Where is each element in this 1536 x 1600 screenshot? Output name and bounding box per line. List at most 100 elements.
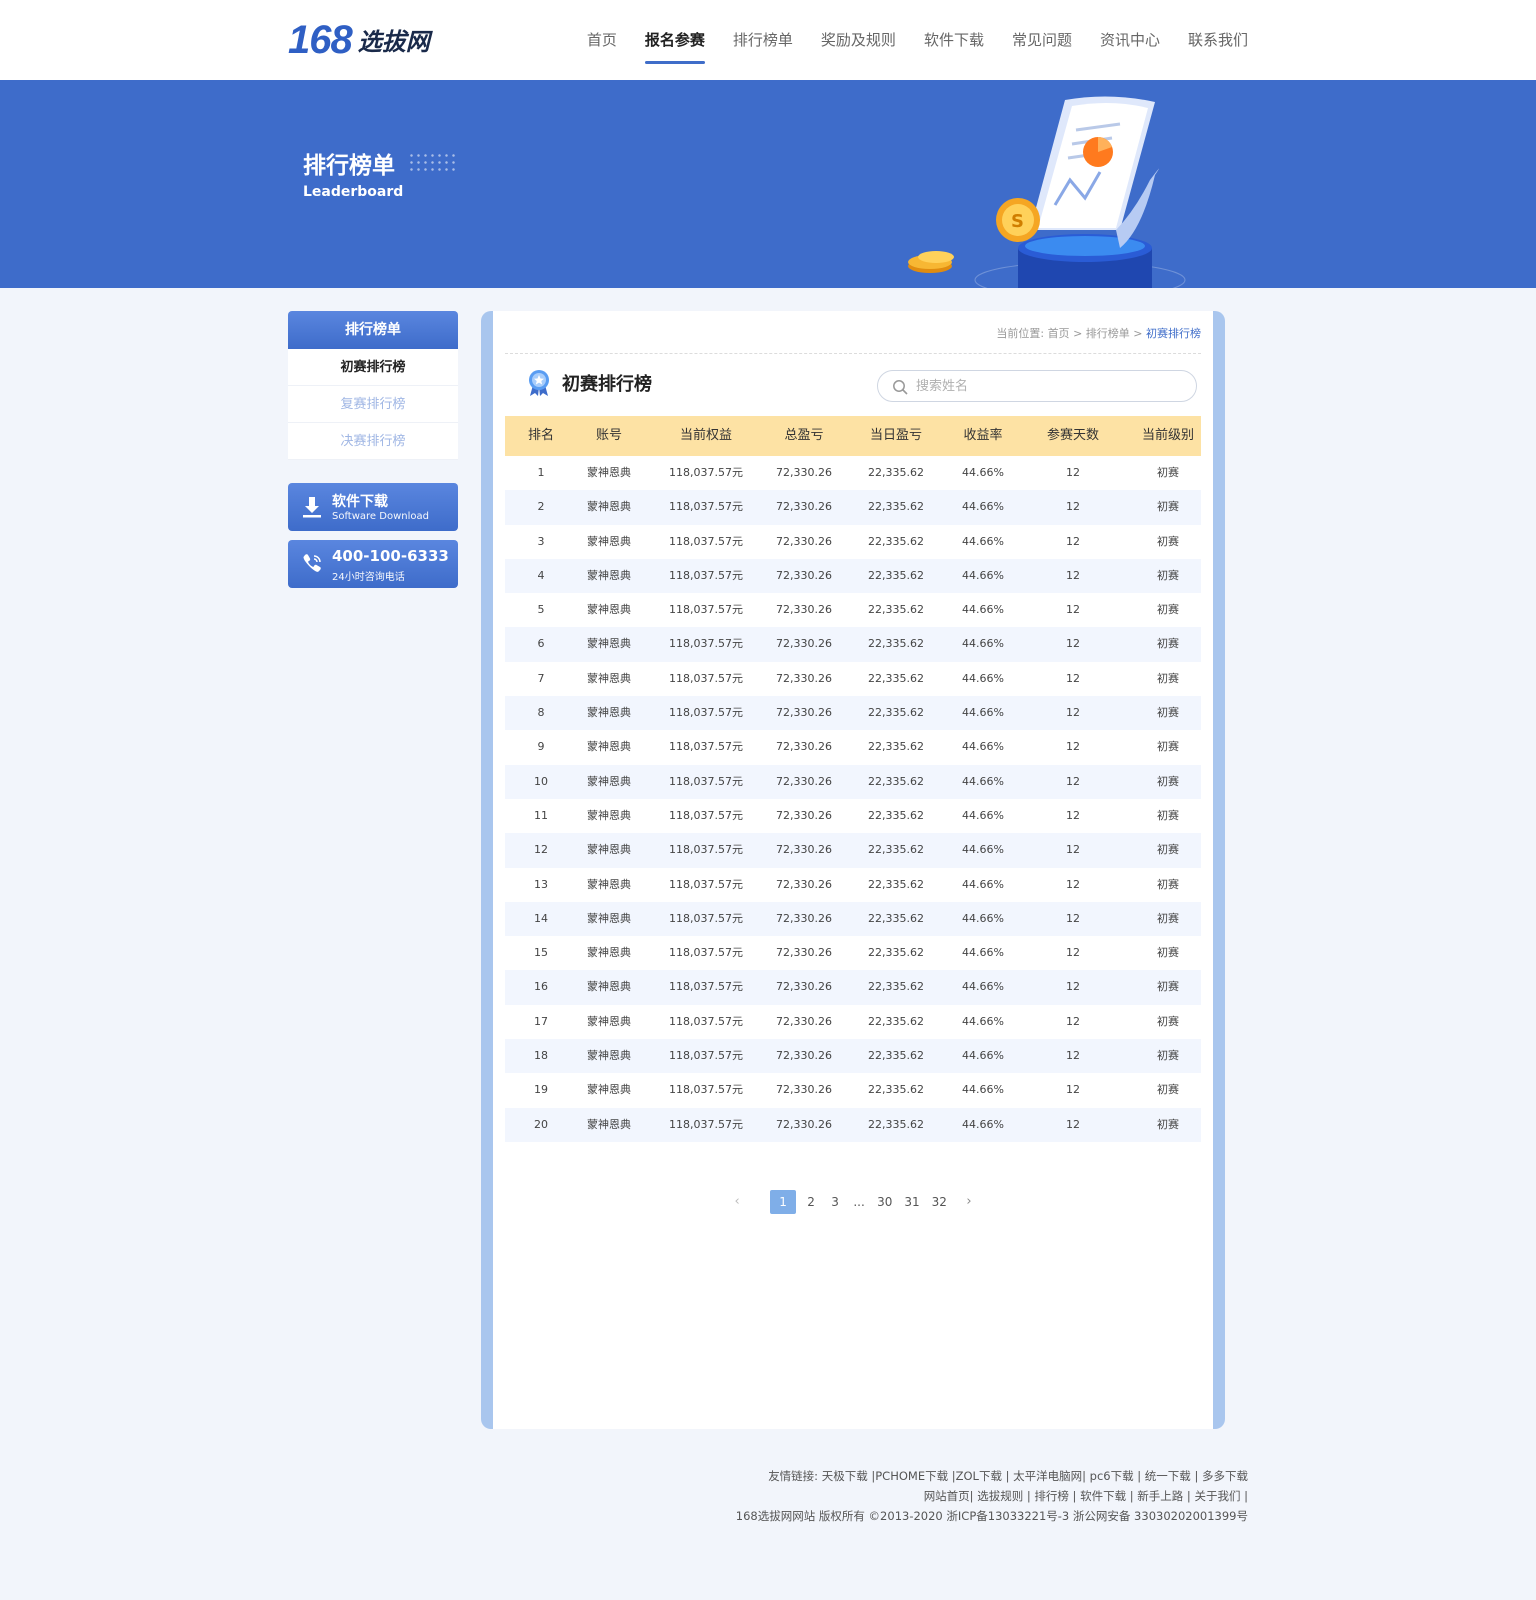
- table-cell: 初赛: [1157, 534, 1179, 548]
- breadcrumb-home[interactable]: 首页: [1048, 327, 1070, 340]
- table-cell: 11: [534, 808, 548, 822]
- table-cell: 22,335.62: [868, 671, 924, 685]
- search-input[interactable]: [916, 375, 1176, 397]
- table-cell: 44.66%: [962, 946, 1004, 960]
- table-row[interactable]: 13 蒙神恩典 118,037.57元 72,330.26 22,335.62 44.66…: [505, 868, 1201, 902]
- table-row[interactable]: 19 蒙神恩典 118,037.57元 72,330.26 22,335.62 44.66…: [505, 1073, 1201, 1107]
- page-button[interactable]: 1: [770, 1190, 797, 1214]
- table-row[interactable]: 15 蒙神恩典 118,037.57元 72,330.26 22,335.62 44.66…: [505, 936, 1201, 970]
- table-row[interactable]: 17 蒙神恩典 118,037.57元 72,330.26 22,335.62 44.66…: [505, 1005, 1201, 1039]
- table-row[interactable]: 8 蒙神恩典 118,037.57元 72,330.26 22,335.62 44.66%…: [505, 696, 1201, 731]
- breadcrumb-leaderboard[interactable]: 排行榜单: [1086, 327, 1130, 340]
- site-logo[interactable]: 168 选拔网: [288, 18, 430, 62]
- section-title: 初赛排行榜: [526, 369, 652, 397]
- table-cell: 72,330.26: [776, 568, 832, 582]
- download-title: 软件下载: [332, 494, 388, 510]
- table-cell: 4: [537, 568, 545, 582]
- footer-friend-links[interactable]: 友情链接: 天极下载 |PCHOME下载 |ZOL下载 | 太平洋电脑网| pc…: [736, 1466, 1248, 1486]
- breadcrumb-separator: >: [1133, 327, 1143, 340]
- table-row[interactable]: 3 蒙神恩典 118,037.57元 72,330.26 22,335.62 44.66%…: [505, 525, 1201, 559]
- table-row[interactable]: 10 蒙神恩典 118,037.57元 72,330.26 22,335.62 44.66…: [505, 764, 1201, 799]
- prev-page-button[interactable]: ‹: [728, 1190, 746, 1214]
- table-cell: 12: [1066, 500, 1080, 514]
- table-cell: 72,330.26: [776, 706, 832, 720]
- table-cell: 44.66%: [962, 637, 1004, 651]
- sidebar-item-final[interactable]: 决赛排行榜: [288, 423, 458, 460]
- table-cell: 12: [1066, 568, 1080, 582]
- table-cell: 初赛: [1157, 946, 1179, 960]
- nav-item[interactable]: 首页: [587, 0, 617, 80]
- table-cell: 118,037.57元: [669, 1014, 743, 1028]
- hotline-button[interactable]: 400-100-6333 24小时咨询电话: [288, 540, 458, 588]
- footer-site-links[interactable]: 网站首页| 选拔规则 | 排行榜 | 软件下载 | 新手上路 | 关于我们 |: [736, 1486, 1248, 1506]
- table-cell: 22,335.62: [868, 706, 924, 720]
- table-row[interactable]: 7 蒙神恩典 118,037.57元 72,330.26 22,335.62 44.66%…: [505, 662, 1201, 696]
- table-cell: 1: [537, 466, 545, 479]
- page-button[interactable]: 30: [874, 1190, 895, 1214]
- table-cell: 22,335.62: [868, 637, 924, 651]
- table-row[interactable]: 20 蒙神恩典 118,037.57元 72,330.26 22,335.62 44.66…: [505, 1107, 1201, 1142]
- table-cell: 44.66%: [962, 980, 1004, 994]
- table-cell: 118,037.57元: [669, 568, 743, 582]
- table-row[interactable]: 1 蒙神恩典 118,037.57元 72,330.26 22,335.62 44.66%…: [505, 456, 1201, 490]
- table-cell: 12: [1066, 808, 1080, 822]
- table-cell: 22,335.62: [868, 946, 924, 960]
- page-button[interactable]: 32: [929, 1190, 950, 1214]
- table-cell: 44.66%: [962, 1049, 1004, 1063]
- table-cell: 12: [1066, 980, 1080, 994]
- table-cell: 蒙神恩典: [587, 534, 631, 548]
- page-button[interactable]: 2: [802, 1190, 820, 1214]
- next-page-button[interactable]: ›: [960, 1190, 978, 1214]
- nav-item[interactable]: 奖励及规则: [821, 0, 896, 80]
- table-row[interactable]: 18 蒙神恩典 118,037.57元 72,330.26 22,335.62 44.66…: [505, 1039, 1201, 1074]
- software-download-button[interactable]: 软件下载 Software Download: [288, 483, 458, 531]
- table-cell: 蒙神恩典: [587, 568, 631, 582]
- nav-item[interactable]: 联系我们: [1188, 0, 1248, 80]
- nav-item[interactable]: 资讯中心: [1100, 0, 1160, 80]
- page-button[interactable]: 3: [826, 1190, 844, 1214]
- search-icon[interactable]: [892, 379, 908, 395]
- table-cell: 14: [534, 911, 548, 925]
- sidebar-item-semifinal[interactable]: 复赛排行榜: [288, 386, 458, 423]
- table-cell: 72,330.26: [776, 877, 832, 891]
- table-cell: 118,037.57元: [669, 500, 743, 514]
- table-row[interactable]: 11 蒙神恩典 118,037.57元 72,330.26 22,335.62 44.66…: [505, 799, 1201, 833]
- table-row[interactable]: 16 蒙神恩典 118,037.57元 72,330.26 22,335.62 44.66…: [505, 970, 1201, 1005]
- table-row[interactable]: 5 蒙神恩典 118,037.57元 72,330.26 22,335.62 44.66%…: [505, 593, 1201, 627]
- banner-dots-decoration: [408, 152, 458, 174]
- table-cell: 12: [1066, 534, 1080, 548]
- table-cell: 17: [534, 1014, 548, 1028]
- table-cell: 22,335.62: [868, 603, 924, 617]
- nav-item[interactable]: 报名参赛: [644, 0, 705, 80]
- table-cell: 6: [537, 637, 545, 651]
- table-row[interactable]: 9 蒙神恩典 118,037.57元 72,330.26 22,335.62 44.66%…: [505, 730, 1201, 764]
- table-cell: 22,335.62: [868, 808, 924, 822]
- column-header: 当前权益: [679, 428, 732, 443]
- page-button[interactable]: 31: [901, 1190, 922, 1214]
- nav-item[interactable]: 排行榜单: [733, 0, 793, 80]
- table-cell: 22,335.62: [868, 1083, 924, 1097]
- logo-text: 选拔网: [357, 28, 430, 56]
- table-row[interactable]: 12 蒙神恩典 118,037.57元 72,330.26 22,335.62 44.66…: [505, 833, 1201, 868]
- table-cell: 蒙神恩典: [587, 843, 631, 857]
- table-cell: 蒙神恩典: [587, 911, 631, 925]
- table-cell: 72,330.26: [776, 637, 832, 651]
- leaderboard-table: 排名 账号 当前权益 总盈亏 当日盈亏 收益率 参赛天数 当前级别 1 蒙神恩典 118,037.…: [505, 416, 1201, 1142]
- table-cell: 118,037.57元: [669, 1049, 743, 1063]
- table-row[interactable]: 2 蒙神恩典 118,037.57元 72,330.26 22,335.62 44.66%…: [505, 490, 1201, 525]
- table-cell: 22,335.62: [868, 466, 924, 479]
- nav-item[interactable]: 软件下载: [924, 0, 984, 80]
- table-row[interactable]: 6 蒙神恩典 118,037.57元 72,330.26 22,335.62 44.66%…: [505, 627, 1201, 662]
- table-cell: 12: [1066, 774, 1080, 788]
- table-row[interactable]: 4 蒙神恩典 118,037.57元 72,330.26 22,335.62 44.66%…: [505, 558, 1201, 594]
- table-cell: 44.66%: [962, 877, 1004, 891]
- table-cell: 22,335.62: [868, 843, 924, 857]
- nav-item[interactable]: 常见问题: [1012, 0, 1072, 80]
- table-cell: 118,037.57元: [669, 911, 743, 925]
- table-cell: 12: [1066, 1117, 1080, 1131]
- table-row[interactable]: 14 蒙神恩典 118,037.57元 72,330.26 22,335.62 44.66…: [505, 901, 1201, 937]
- sidebar-item-preliminary[interactable]: 初赛排行榜: [288, 349, 458, 386]
- table-cell: 22,335.62: [868, 774, 924, 788]
- table-cell: 12: [534, 843, 548, 857]
- table-cell: 118,037.57元: [669, 740, 743, 754]
